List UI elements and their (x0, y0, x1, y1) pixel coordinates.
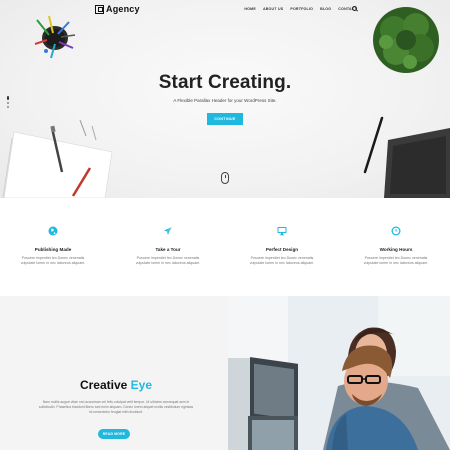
monitor-icon (277, 227, 287, 236)
feature-text: Posuere imperdiet leo Donec venenatis vu… (363, 256, 429, 265)
logo-icon (95, 4, 104, 14)
feature-publishing-made: Publishing Made Posuere imperdiet leo Do… (3, 223, 103, 266)
site-logo[interactable]: Agency (95, 4, 140, 14)
airplane-icon (164, 226, 173, 235)
creative-title: Creative Eye (0, 378, 232, 392)
creative-title-accent: Eye (130, 378, 153, 392)
nav-item-portfolio[interactable]: PORTFOLIO (290, 7, 313, 11)
read-more-button[interactable]: READ MORE (98, 429, 130, 439)
creative-eye-section: Creative Eye Nam mollis augue vitae orci… (0, 296, 450, 450)
feature-text: Posuere imperdiet leo Donec venenatis vu… (249, 256, 315, 265)
clock-icon (391, 226, 401, 236)
hero-title: Start Creating. (158, 72, 292, 93)
feature-text: Posuere imperdiet leo Donec venenatis vu… (20, 256, 86, 265)
globe-icon (48, 226, 58, 236)
main-menu: HOME ABOUT US PORTFOLIO BLOG CONTACT (244, 7, 357, 11)
continue-button[interactable]: CONTINUE (207, 113, 243, 125)
slider-dot[interactable] (7, 106, 9, 108)
feature-text: Posuere imperdiet leo Donec venenatis vu… (135, 256, 201, 265)
feature-title: Publishing Made (34, 247, 72, 252)
features-section: Publishing Made Posuere imperdiet leo Do… (0, 198, 450, 296)
team-photo (228, 296, 450, 450)
feature-title: Perfect Design (265, 247, 299, 252)
scroll-down-icon[interactable] (221, 172, 229, 184)
search-icon[interactable] (352, 6, 357, 11)
tablet (363, 116, 450, 198)
nav-item-about-us[interactable]: ABOUT US (263, 7, 283, 11)
people-at-computer-image (228, 296, 450, 450)
nav-item-blog[interactable]: BLOG (320, 7, 331, 11)
feature-title: Working Hours (379, 247, 413, 252)
feature-perfect-design: Perfect Design Posuere imperdiet leo Don… (232, 223, 332, 266)
creative-title-main: Creative (79, 378, 128, 392)
nav-item-home[interactable]: HOME (244, 7, 256, 11)
hero-section: Agency HOME ABOUT US PORTFOLIO BLOG CONT… (0, 0, 450, 198)
pen-cup (34, 15, 76, 59)
feature-take-a-tour: Take a Tour Posuere imperdiet leo Donec … (118, 223, 218, 266)
hero-subtitle: A Flexible Parallax Header for your Word… (173, 98, 277, 103)
creative-text: Nam mollis augue vitae orci accumsan vel… (38, 400, 194, 414)
logo-text: Agency (106, 4, 140, 14)
top-navigation: Agency HOME ABOUT US PORTFOLIO BLOG CONT… (0, 0, 450, 20)
notepad (2, 119, 113, 198)
feature-title: Take a Tour (155, 247, 181, 252)
feature-working-hours: Working Hours Posuere imperdiet leo Done… (346, 223, 446, 266)
